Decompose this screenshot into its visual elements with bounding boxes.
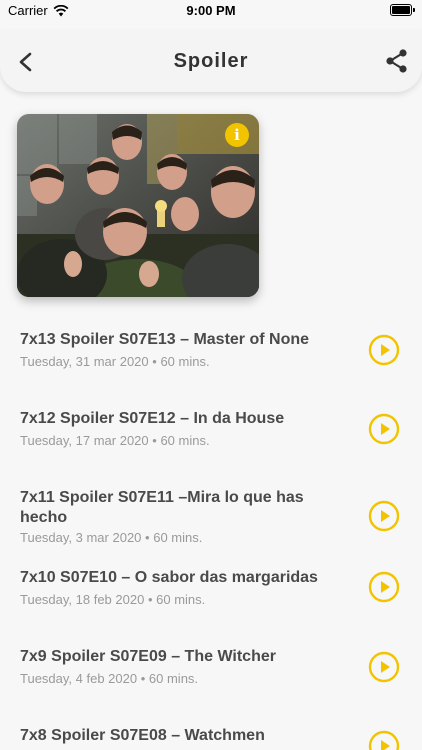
- episode-duration: 60 mins.: [148, 671, 199, 686]
- episode-title: 7x10 S07E10 – O sabor das margaridas: [20, 569, 318, 586]
- play-button[interactable]: [368, 334, 400, 366]
- episode-meta: Tuesday, 17 mar 2020 • 60 mins.: [20, 433, 210, 448]
- episode-date: Tuesday, 3 mar 2020: [20, 530, 142, 545]
- episode-duration: 60 mins.: [160, 433, 210, 448]
- episode-title: 7x9 Spoiler S07E09 – The Witcher: [20, 648, 276, 665]
- episode-meta: Tuesday, 4 feb 2020 • 60 mins.: [20, 671, 198, 686]
- episode-title: 7x12 Spoiler S07E12 – In da House: [20, 410, 285, 427]
- episode-meta: Tuesday, 3 mar 2020 • 60 mins.: [20, 530, 202, 545]
- meta-separator: •: [147, 592, 153, 607]
- play-button[interactable]: [368, 571, 400, 603]
- play-button[interactable]: [368, 730, 400, 750]
- episode-title: 7x13 Spoiler S07E13 – Master of None: [20, 331, 310, 348]
- meta-separator: •: [145, 530, 150, 545]
- list-item[interactable]: 7x13 Spoiler S07E13 – Master of None Tue…: [0, 318, 422, 397]
- nav-bar: Spoiler: [0, 30, 422, 92]
- list-item[interactable]: 7x8 Spoiler S07E08 – Watchmen: [0, 714, 422, 750]
- battery-icon: [390, 4, 415, 16]
- episode-title: 7x11 Spoiler S07E11 –Mira lo que has hec…: [20, 489, 304, 526]
- info-icon[interactable]: i: [225, 123, 249, 147]
- list-item[interactable]: 7x10 S07E10 – O sabor das margaridas Tue…: [0, 556, 422, 635]
- episode-date: Tuesday, 4 feb 2020: [20, 671, 138, 686]
- share-button[interactable]: [382, 46, 412, 76]
- episode-meta: Tuesday, 31 mar 2020 • 60 mins.: [20, 354, 210, 369]
- episode-title: 7x8 Spoiler S07E08 – Watchmen: [20, 727, 265, 744]
- share-icon: [386, 49, 407, 73]
- play-button[interactable]: [368, 651, 400, 683]
- page-title: Spoiler: [173, 50, 249, 72]
- episode-date: Tuesday, 17 mar 2020: [20, 433, 149, 448]
- meta-separator: •: [152, 354, 157, 369]
- status-time: 9:00 PM: [186, 3, 236, 18]
- play-button[interactable]: [368, 500, 400, 532]
- episode-date: Tuesday, 31 mar 2020: [20, 354, 149, 369]
- podcast-cover-image[interactable]: [17, 114, 259, 297]
- cover-photo: [17, 114, 259, 297]
- episode-duration: 60 mins.: [153, 530, 203, 545]
- list-item[interactable]: 7x9 Spoiler S07E09 – The Witcher Tuesday…: [0, 635, 422, 714]
- meta-separator: •: [152, 433, 157, 448]
- play-button[interactable]: [368, 413, 400, 445]
- episode-meta: Tuesday, 18 feb 2020 • 60 mins.: [20, 592, 205, 607]
- episode-list: 7x13 Spoiler S07E13 – Master of None Tue…: [0, 318, 422, 750]
- episode-duration: 60 mins.: [160, 354, 210, 369]
- meta-separator: •: [140, 671, 146, 686]
- status-bar: Carrier 9:00 PM: [0, 0, 422, 22]
- list-item[interactable]: 7x11 Spoiler S07E11 –Mira lo que has hec…: [0, 476, 422, 556]
- episode-duration: 60 mins.: [156, 592, 206, 607]
- episode-date: Tuesday, 18 feb 2020: [20, 592, 145, 607]
- list-item[interactable]: 7x12 Spoiler S07E12 – In da House Tuesda…: [0, 397, 422, 476]
